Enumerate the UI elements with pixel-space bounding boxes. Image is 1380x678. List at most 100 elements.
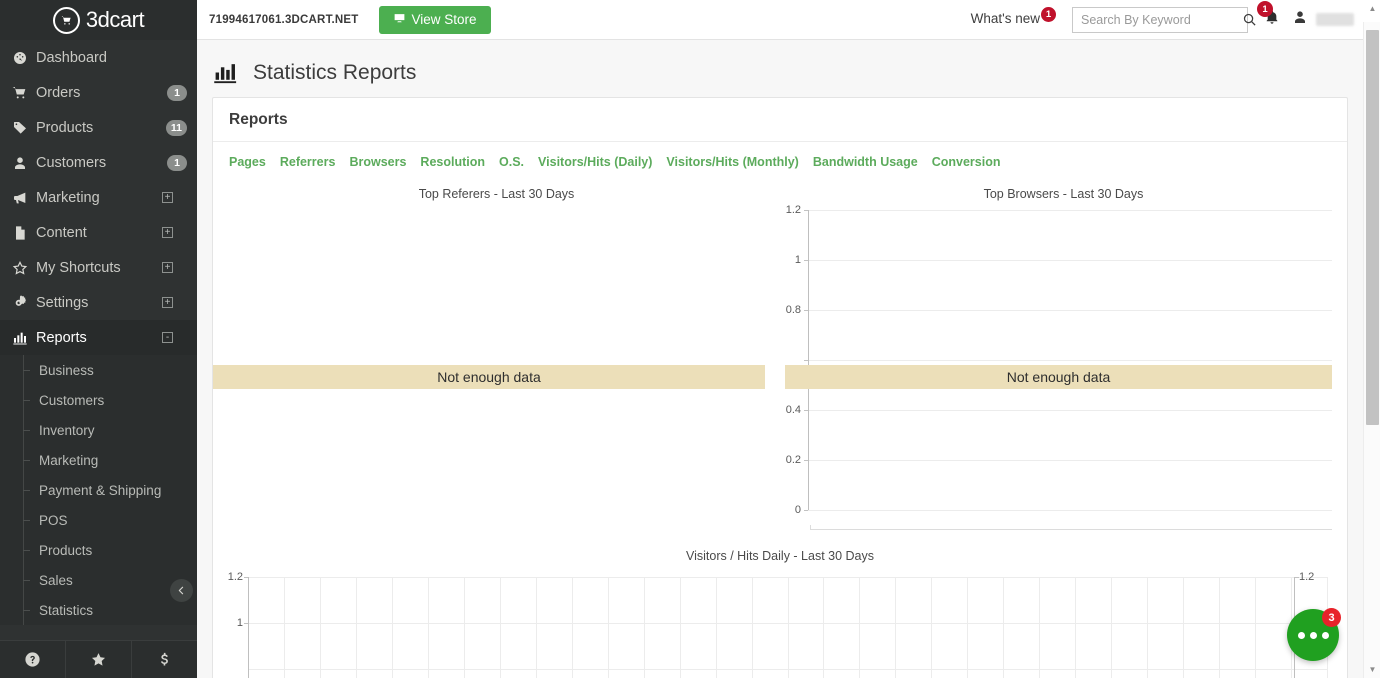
ellipsis-chat-icon (1297, 631, 1305, 639)
tab-visitors-hits-daily[interactable]: Visitors/Hits (Daily) (538, 155, 652, 169)
gridline (1183, 577, 1185, 678)
no-data-banner: Not enough data (785, 365, 1332, 389)
sidebar-item-settings[interactable]: Settings + (0, 285, 197, 320)
whats-new-label: What's new (970, 11, 1040, 26)
sidebar-item-label: Marketing (36, 189, 100, 206)
sidebar-item-products[interactable]: Products 11 (0, 110, 197, 145)
collapse-minus-icon[interactable]: - (162, 332, 173, 343)
y-tick-mark (804, 310, 808, 311)
reports-heading: Reports (229, 111, 288, 128)
sidebar-item-reports[interactable]: Reports - (0, 320, 197, 355)
chevron-down-icon[interactable]: ▼ (1364, 661, 1380, 678)
chart-title: Visitors / Hits Daily - Last 30 Days (685, 549, 875, 563)
sidebar-item-products-report[interactable]: Products (23, 535, 197, 565)
sidebar-item-customers[interactable]: Customers 1 (0, 145, 197, 180)
tab-bandwidth-usage[interactable]: Bandwidth Usage (813, 155, 918, 169)
y-tick-label: 0.4 (785, 404, 801, 416)
document-icon (12, 225, 36, 241)
y-tick-label: 0.8 (785, 304, 801, 316)
reports-card-header: Reports (213, 98, 1347, 142)
star-icon[interactable] (66, 641, 132, 678)
sidebar-item-label: My Shortcuts (36, 259, 121, 276)
tab-conversion[interactable]: Conversion (932, 155, 1001, 169)
chat-widget-button[interactable]: 3 (1287, 608, 1341, 661)
cart-icon (12, 85, 36, 101)
sidebar-item-orders[interactable]: Orders 1 (0, 75, 197, 110)
sub-item-label: Business (39, 362, 94, 378)
y-tick-label-right: 1.2 (1299, 571, 1315, 583)
sidebar-item-marketing-report[interactable]: Marketing (23, 445, 197, 475)
expand-plus-icon[interactable]: + (162, 227, 173, 238)
sidebar-item-content[interactable]: Content + (0, 215, 197, 250)
tab-resolution[interactable]: Resolution (420, 155, 485, 169)
gridline (859, 577, 861, 678)
tab-os[interactable]: O.S. (499, 155, 524, 169)
tab-referrers[interactable]: Referrers (280, 155, 336, 169)
dollar-icon[interactable] (132, 641, 197, 678)
expand-plus-icon[interactable]: + (162, 192, 173, 203)
y-tick-mark (804, 410, 808, 411)
user-account-icon[interactable] (1292, 9, 1308, 30)
sidebar-item-customers-report[interactable]: Customers (23, 385, 197, 415)
monitor-icon (393, 12, 406, 28)
gridline (808, 210, 1332, 211)
tab-browsers[interactable]: Browsers (349, 155, 406, 169)
gridline (355, 577, 357, 678)
search-box[interactable] (1072, 6, 1256, 33)
chevron-up-icon[interactable]: ▲ (1364, 0, 1380, 17)
help-circle-icon[interactable] (0, 641, 66, 678)
sidebar-item-pos[interactable]: POS (23, 505, 197, 535)
y-tick-mark (244, 623, 248, 624)
sidebar-item-payment-shipping[interactable]: Payment & Shipping (23, 475, 197, 505)
sidebar-item-label: Orders (36, 84, 81, 101)
tab-pages[interactable]: Pages (229, 155, 266, 169)
gridline (427, 577, 429, 678)
sidebar-item-business[interactable]: Business (23, 355, 197, 385)
search-input[interactable] (1081, 12, 1242, 27)
y-tick-mark (804, 210, 808, 211)
expand-plus-icon[interactable]: + (162, 297, 173, 308)
search-icon[interactable] (1242, 12, 1257, 27)
sidebar-item-inventory[interactable]: Inventory (23, 415, 197, 445)
sub-item-label: Payment & Shipping (39, 482, 162, 498)
sidebar-item-label: Dashboard (36, 49, 107, 66)
main-content: Statistics Reports Reports Pages Referre… (197, 40, 1363, 678)
chat-unread-badge: 3 (1322, 608, 1341, 627)
sidebar-item-dashboard[interactable]: Dashboard (0, 40, 197, 75)
gridline (679, 577, 681, 678)
brand-name: 3dcart (85, 7, 145, 32)
y-tick-label: 0 (794, 504, 801, 516)
y-tick-label: 0.2 (785, 454, 801, 466)
chart-plot-area: 1.2 1 1.2 (213, 569, 1347, 678)
gridline (1219, 577, 1221, 678)
whats-new-link[interactable]: What's new 1 (970, 7, 1062, 28)
gridline (319, 577, 321, 678)
ellipsis-chat-icon (1321, 631, 1329, 639)
expand-plus-icon[interactable]: + (162, 262, 173, 273)
page-title: Statistics Reports (253, 60, 417, 84)
sidebar-item-my-shortcuts[interactable]: My Shortcuts + (0, 250, 197, 285)
sidebar-item-label: Customers (36, 154, 107, 171)
sub-item-label: Inventory (39, 422, 95, 438)
gridline (391, 577, 393, 678)
chart-visitors-hits-daily: Visitors / Hits Daily - Last 30 Days 1.2… (213, 549, 1347, 678)
chart-plot-area: 1.2 1 0.8 0.4 0.2 0 Not enough data (780, 204, 1347, 535)
topbar-right-group: What's new1 1 (970, 1, 1374, 33)
sub-item-label: Customers (39, 392, 105, 408)
tab-visitors-hits-monthly[interactable]: Visitors/Hits (Monthly) (666, 155, 798, 169)
reports-card: Reports Pages Referrers Browsers Resolut… (212, 97, 1348, 678)
scrollbar-thumb[interactable] (1366, 30, 1379, 425)
sidebar-item-statistics[interactable]: Statistics (23, 595, 197, 625)
sidebar-item-marketing[interactable]: Marketing + (0, 180, 197, 215)
gridline (1039, 577, 1041, 678)
charts-row: Top Referers - Last 30 Days Not enough d… (213, 177, 1347, 535)
page-scrollbar[interactable]: ▲ ▼ (1363, 0, 1380, 678)
gridline (895, 577, 897, 678)
notifications-button[interactable]: 1 (1257, 1, 1280, 30)
view-store-button[interactable]: View Store (378, 5, 491, 34)
y-tick-mark (804, 260, 808, 261)
sidebar-collapse-button[interactable] (170, 579, 193, 602)
gridline (967, 577, 969, 678)
gridline (1147, 577, 1149, 678)
brand-logo[interactable]: 3dcart (0, 0, 197, 40)
